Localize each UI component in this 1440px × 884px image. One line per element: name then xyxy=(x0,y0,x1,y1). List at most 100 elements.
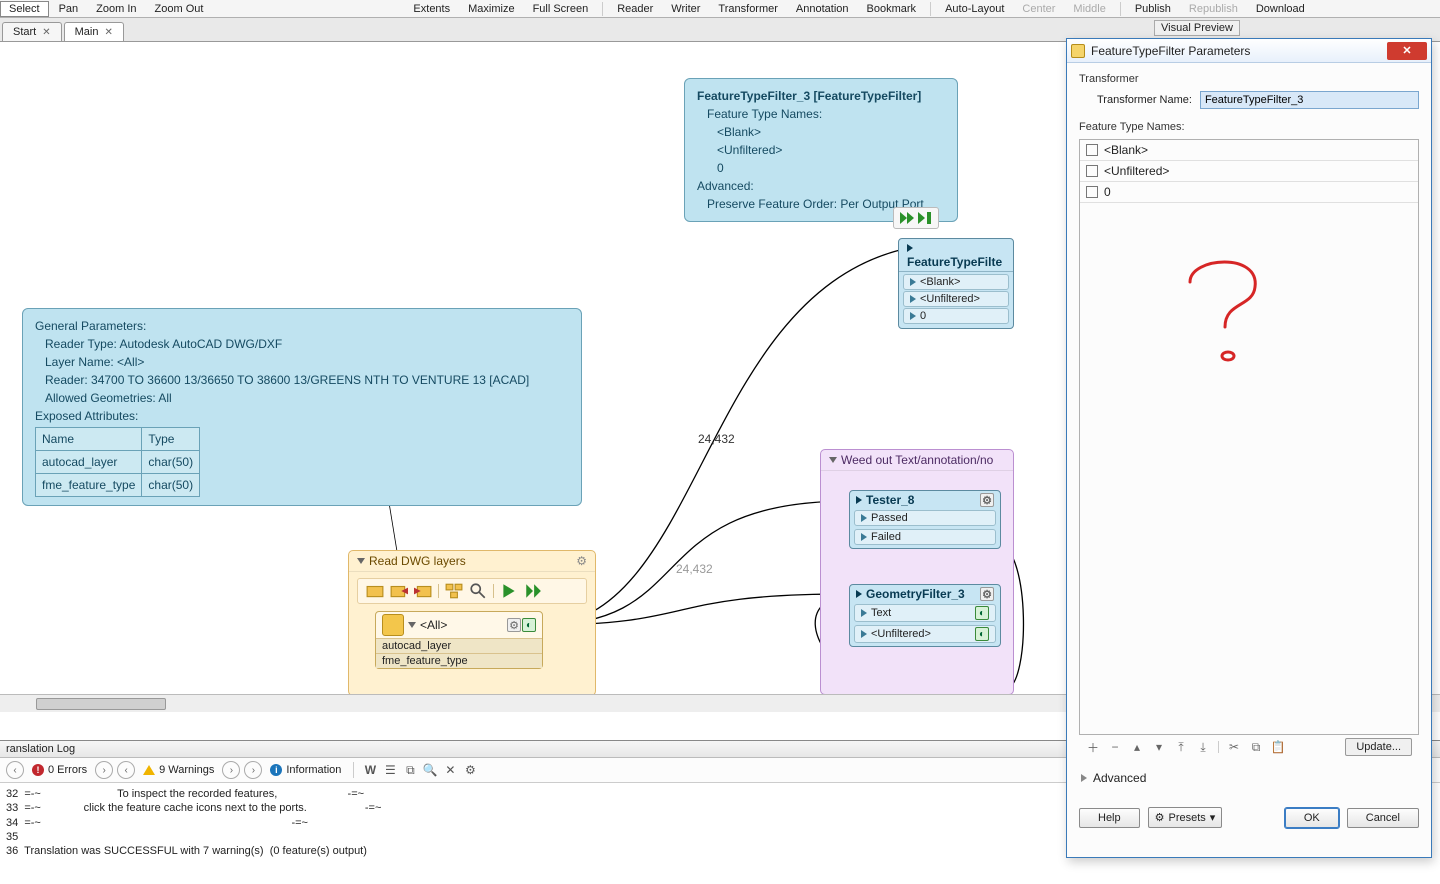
type-row[interactable]: <Blank> xyxy=(1080,140,1418,161)
add-row-icon[interactable]: ＋ xyxy=(1086,740,1100,754)
toolbar-pan[interactable]: Pan xyxy=(51,2,87,16)
help-button[interactable]: Help xyxy=(1079,808,1140,828)
toolbar-reader[interactable]: Reader xyxy=(609,2,661,16)
advanced-section-toggle[interactable]: Advanced xyxy=(1079,763,1419,793)
toolbar-maximize[interactable]: Maximize xyxy=(460,2,522,16)
copy-icon[interactable]: ⧉ xyxy=(402,762,418,778)
log-next-warning-icon[interactable]: › xyxy=(222,761,240,779)
tab-close-icon[interactable]: ✕ xyxy=(104,27,112,38)
stack-icon[interactable] xyxy=(445,583,463,599)
tab-main[interactable]: Main✕ xyxy=(64,22,124,41)
tester-node[interactable]: Tester_8⚙ Passed Failed xyxy=(849,490,1001,549)
bookmark-read-dwg-layers[interactable]: Read DWG layers⚙ <All> ⚙◐ autocad_layer … xyxy=(348,550,596,696)
output-port-0[interactable]: 0 xyxy=(903,308,1009,324)
move-down-icon[interactable]: ▾ xyxy=(1152,740,1166,754)
search-icon[interactable] xyxy=(469,583,487,599)
toolbar-publish[interactable]: Publish xyxy=(1127,2,1179,16)
reader-feature-type-node[interactable]: <All> ⚙◐ autocad_layer fme_feature_type xyxy=(375,611,543,669)
list-toolbar: ＋ − ▴ ▾ ⤒ ⤓ ✂ ⧉ 📋 Update... xyxy=(1080,734,1418,760)
scrollbar-thumb[interactable] xyxy=(36,698,166,710)
run-play-icon[interactable] xyxy=(500,583,518,599)
visual-preview-tab[interactable]: Visual Preview xyxy=(1154,20,1240,36)
cancel-button[interactable]: Cancel xyxy=(1347,808,1419,828)
tab-close-icon[interactable]: ✕ xyxy=(42,27,50,38)
folder-out-icon[interactable] xyxy=(414,583,432,599)
log-next-info-icon[interactable]: › xyxy=(244,761,262,779)
move-up-icon[interactable]: ▴ xyxy=(1130,740,1144,754)
toolbar-zoom-in[interactable]: Zoom In xyxy=(88,2,144,16)
node-gear-icon[interactable]: ⚙ xyxy=(980,587,994,601)
tooltip-value: <Unfiltered> xyxy=(717,141,945,159)
remove-row-icon[interactable]: − xyxy=(1108,740,1122,754)
feature-type-list[interactable]: <Blank> <Unfiltered> 0 ＋ − ▴ ▾ ⤒ ⤓ ✂ ⧉ 📋 xyxy=(1079,139,1419,735)
list-view-icon[interactable]: ☰ xyxy=(382,762,398,778)
log-settings-icon[interactable]: ⚙ xyxy=(462,762,478,778)
cut-icon[interactable]: ✂ xyxy=(1227,740,1241,754)
log-prev-warning-icon[interactable]: ‹ xyxy=(117,761,135,779)
error-icon: ! xyxy=(32,764,44,776)
port-label: Failed xyxy=(871,531,901,543)
toolbar-select[interactable]: Select xyxy=(0,1,49,17)
tab-start[interactable]: Start✕ xyxy=(2,22,62,41)
bookmark-collapse-icon[interactable] xyxy=(829,457,837,463)
toolbar-extents[interactable]: Extents xyxy=(405,2,458,16)
type-row[interactable]: <Unfiltered> xyxy=(1080,161,1418,182)
log-next-error-icon[interactable]: › xyxy=(95,761,113,779)
copy-icon[interactable]: ⧉ xyxy=(1249,740,1263,754)
word-wrap-icon[interactable]: W xyxy=(362,762,378,778)
toolbar-full-screen[interactable]: Full Screen xyxy=(525,2,597,16)
errors-count[interactable]: !0 Errors xyxy=(28,763,91,777)
run-to-here-icon[interactable] xyxy=(918,210,934,226)
bookmark-collapse-icon[interactable] xyxy=(357,558,365,564)
info-toggle[interactable]: iInformation xyxy=(266,763,345,777)
featuretypefilter-node[interactable]: FeatureTypeFilte <Blank> <Unfiltered> 0 xyxy=(898,238,1014,329)
output-port-blank[interactable]: <Blank> xyxy=(903,274,1009,290)
top-toolbar: Select Pan Zoom In Zoom Out Extents Maxi… xyxy=(0,0,1440,18)
run-stepped-icon[interactable] xyxy=(524,583,542,599)
log-prev-error-icon[interactable]: ‹ xyxy=(6,761,24,779)
checkbox[interactable] xyxy=(1086,165,1098,177)
exposed-attributes-table: NameType autocad_layerchar(50) fme_featu… xyxy=(35,427,200,497)
toolbar-writer[interactable]: Writer xyxy=(663,2,708,16)
type-value: <Unfiltered> xyxy=(1104,164,1169,178)
folder-icon[interactable] xyxy=(366,583,384,599)
toolbar-zoom-out[interactable]: Zoom Out xyxy=(147,2,212,16)
tooltip-value: 0 xyxy=(717,159,945,177)
node-gear-icon[interactable]: ⚙ xyxy=(507,618,521,632)
ok-button[interactable]: OK xyxy=(1285,808,1339,828)
toolbar-bookmark[interactable]: Bookmark xyxy=(859,2,925,16)
paste-icon[interactable]: 📋 xyxy=(1271,740,1285,754)
bookmark-gear-icon[interactable]: ⚙ xyxy=(576,554,587,568)
output-port-unfiltered[interactable]: <Unfiltered>◐ xyxy=(854,625,996,643)
folder-in-icon[interactable] xyxy=(390,583,408,599)
geometryfilter-node[interactable]: GeometryFilter_3⚙ Text◐ <Unfiltered>◐ xyxy=(849,584,1001,647)
clear-icon[interactable]: ✕ xyxy=(442,762,458,778)
checkbox[interactable] xyxy=(1086,144,1098,156)
move-top-icon[interactable]: ⤒ xyxy=(1174,740,1188,754)
log-search-icon[interactable]: 🔍 xyxy=(422,762,438,778)
update-button[interactable]: Update... xyxy=(1345,738,1412,756)
node-inspect-icon[interactable]: ◐ xyxy=(975,627,989,641)
dialog-titlebar[interactable]: FeatureTypeFilter Parameters ✕ xyxy=(1067,39,1431,63)
node-inspect-icon[interactable]: ◐ xyxy=(522,618,536,632)
output-port-text[interactable]: Text◐ xyxy=(854,604,996,622)
expand-icon[interactable] xyxy=(408,622,416,628)
toolbar-auto-layout[interactable]: Auto-Layout xyxy=(937,2,1012,16)
warnings-count[interactable]: 9 Warnings xyxy=(139,763,218,777)
bookmark-weed-out[interactable]: Weed out Text/annotation/no Tester_8⚙ Pa… xyxy=(820,449,1014,695)
move-bottom-icon[interactable]: ⤓ xyxy=(1196,740,1210,754)
toolbar-annotation[interactable]: Annotation xyxy=(788,2,857,16)
toolbar-transformer[interactable]: Transformer xyxy=(710,2,786,16)
toolbar-download[interactable]: Download xyxy=(1248,2,1313,16)
output-port-passed[interactable]: Passed xyxy=(854,510,996,526)
node-gear-icon[interactable]: ⚙ xyxy=(980,493,994,507)
transformer-name-input[interactable] xyxy=(1200,91,1419,109)
presets-button[interactable]: ⚙Presets▾ xyxy=(1148,807,1223,828)
run-from-here-icon[interactable] xyxy=(898,210,914,226)
dialog-close-button[interactable]: ✕ xyxy=(1387,42,1427,60)
checkbox[interactable] xyxy=(1086,186,1098,198)
type-row[interactable]: 0 xyxy=(1080,182,1418,203)
node-inspect-icon[interactable]: ◐ xyxy=(975,606,989,620)
output-port-failed[interactable]: Failed xyxy=(854,529,996,545)
output-port-unfiltered[interactable]: <Unfiltered> xyxy=(903,291,1009,307)
